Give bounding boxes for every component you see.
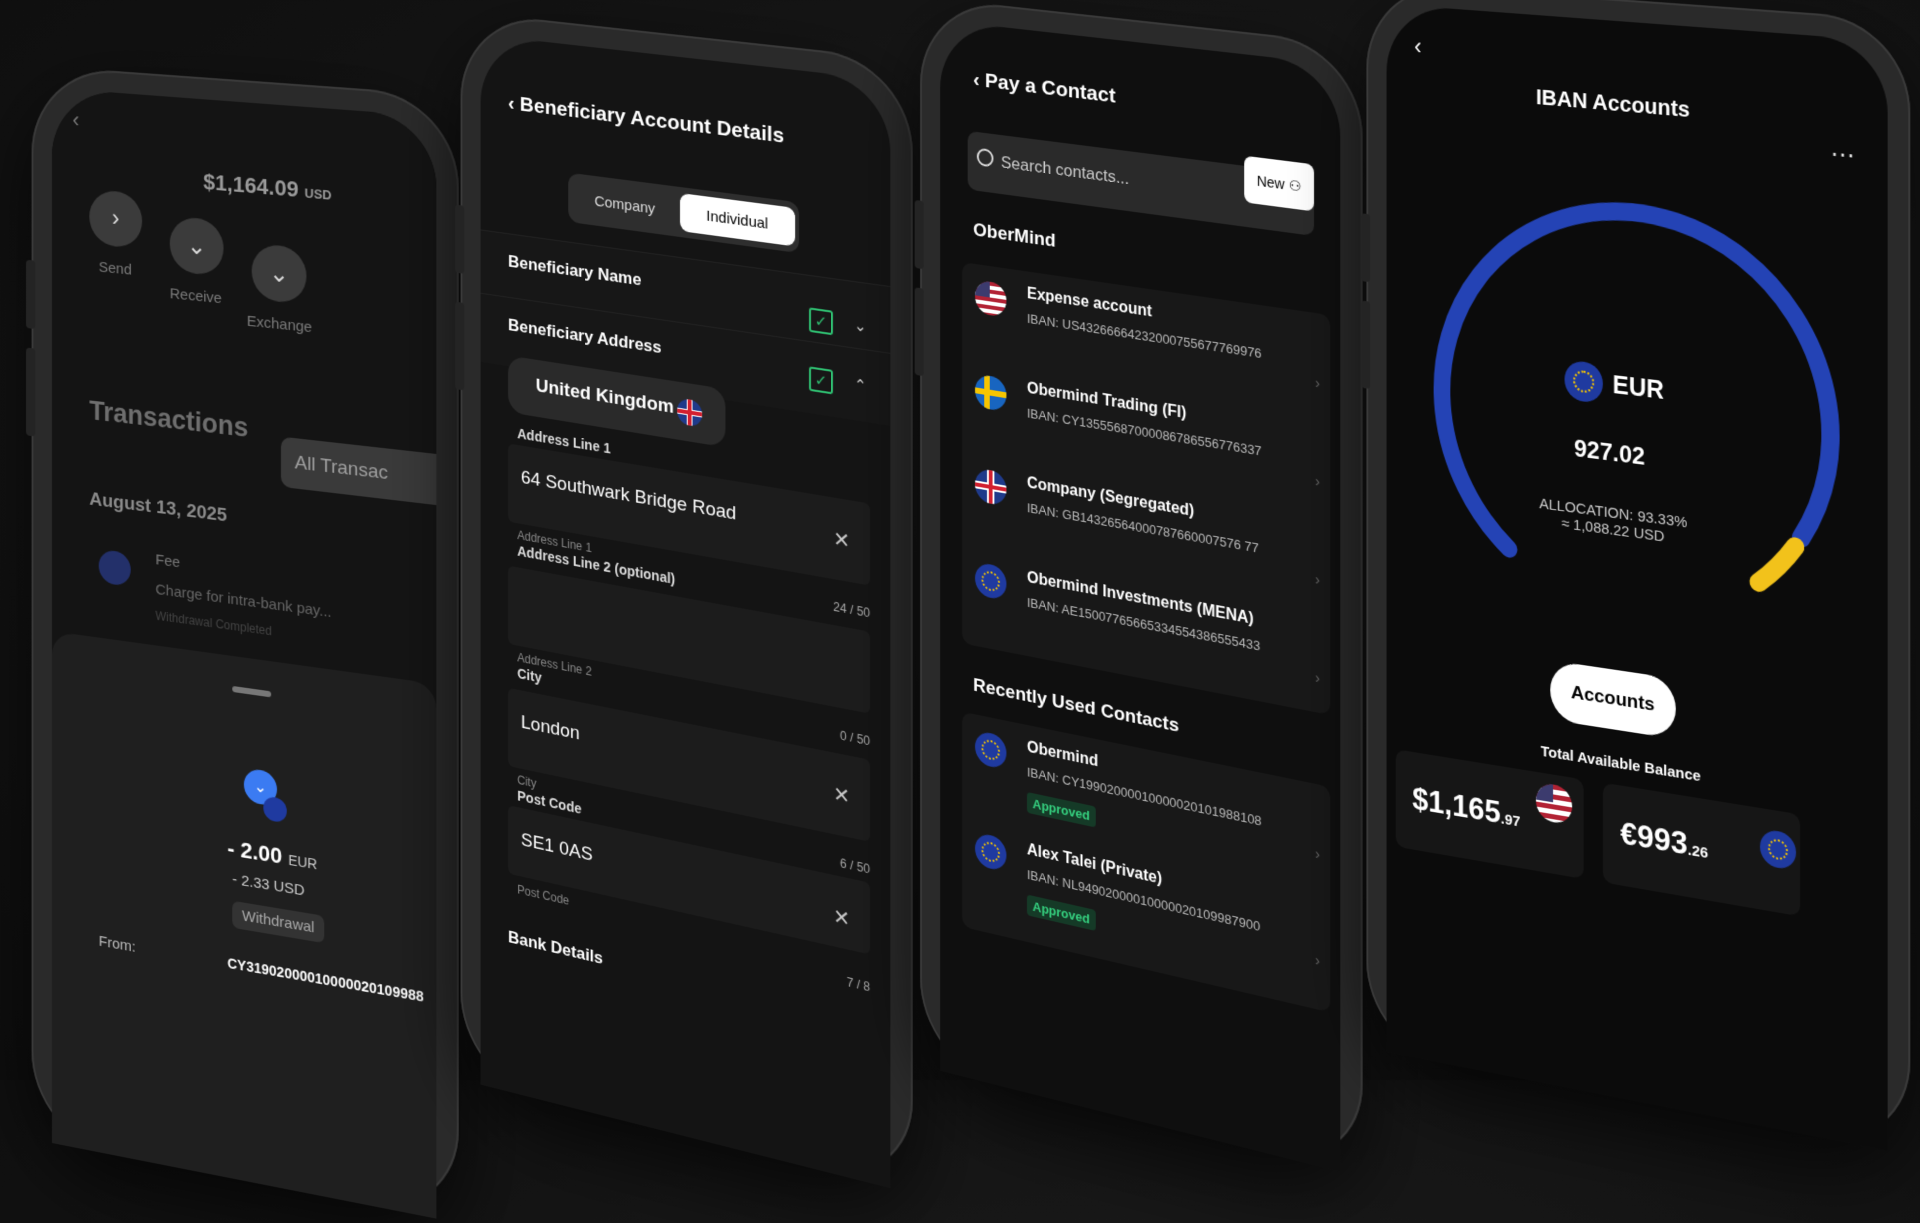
address2-count: 0 / 50	[839, 728, 871, 749]
chevron-right-icon: ›	[1315, 845, 1321, 864]
section-title-obermind: OberMind	[973, 219, 1056, 252]
eu-flag-icon	[1759, 828, 1797, 871]
phone-beneficiary: ‹ Beneficiary Account Details Company In…	[455, 11, 913, 1194]
chevron-right-icon: ›	[1315, 472, 1321, 491]
side-button	[455, 301, 465, 391]
page-title: IBAN Accounts	[1535, 84, 1690, 123]
chevron-down-icon: ⌄	[186, 231, 207, 261]
gauge-accent	[1759, 542, 1796, 588]
eu-flag-icon	[263, 795, 287, 824]
side-button	[26, 259, 36, 329]
tab-individual[interactable]: Individual	[680, 193, 796, 247]
usd-balance-card[interactable]: $1,165.97	[1395, 749, 1584, 880]
phone-pay-contact: ‹ Pay a Contact Search contacts... New ⚇ …	[914, 0, 1363, 1178]
eur-balance-card[interactable]: €993.26	[1602, 782, 1801, 917]
phone-iban-accounts: ‹ IBAN Accounts ⋯ EUR 927.02 ALLOCATION:…	[1360, 0, 1911, 1156]
amount-usd: - 2.33 USD	[232, 870, 305, 900]
address2-field[interactable]	[508, 565, 871, 714]
clear-icon[interactable]: ✕	[833, 781, 850, 810]
accounts-button[interactable]: Accounts	[1550, 660, 1676, 740]
fee-label: Fee	[155, 551, 181, 572]
side-button	[455, 204, 465, 274]
postcode-value: SE1 0AS	[520, 829, 593, 866]
side-button	[914, 287, 924, 377]
amount: - 2.00 EUR	[227, 835, 318, 873]
eur-balance: €993.26	[1620, 815, 1709, 863]
uk-flag-icon	[974, 467, 1007, 507]
from-iban: CY31902000010000020109988	[227, 954, 424, 1005]
chevron-right-icon: ›	[111, 204, 120, 233]
more-icon[interactable]: ⋯	[1830, 139, 1856, 171]
address1-value: 64 Southwark Bridge Road	[520, 467, 737, 525]
tab-company[interactable]: Company	[568, 173, 682, 238]
status-badge: Approved	[1026, 894, 1096, 931]
page-title: ‹ Beneficiary Account Details	[508, 91, 785, 148]
eu-flag-icon	[974, 831, 1007, 873]
add-user-icon: ⚇	[1288, 176, 1302, 194]
back-icon[interactable]: ‹	[1414, 33, 1421, 61]
city-value: London	[520, 711, 580, 745]
screen: ‹ Beneficiary Account Details Company In…	[480, 34, 891, 1189]
search-placeholder: Search contacts...	[1000, 152, 1130, 189]
chevron-down-icon: ⌄	[269, 259, 289, 289]
checkbox-checked-icon: ✓	[809, 307, 833, 336]
phone-transactions: ‹ $1,164.09 USD › Send ⌄ Receive ⌄ Excha…	[26, 64, 459, 1223]
screen: ‹ $1,164.09 USD › Send ⌄ Receive ⌄ Excha…	[51, 87, 437, 1219]
from-label: From:	[98, 932, 136, 956]
allocation-gauge	[1414, 162, 1861, 675]
eu-flag-icon	[974, 561, 1007, 601]
page-title: ‹ Pay a Contact	[973, 67, 1116, 108]
country-label: United Kingdom	[535, 375, 674, 419]
se-flag-icon	[974, 373, 1007, 413]
side-button	[914, 199, 924, 270]
back-icon[interactable]: ‹	[508, 91, 520, 115]
clear-icon[interactable]: ✕	[833, 526, 850, 554]
bank-details-title[interactable]: Bank Details	[508, 927, 603, 969]
usd-balance: $1,165.97	[1412, 781, 1521, 831]
currency-code: EUR	[1612, 371, 1664, 405]
back-icon[interactable]: ‹	[72, 107, 79, 133]
send-label: Send	[98, 258, 132, 279]
section-label: Beneficiary Address	[508, 315, 662, 358]
uk-flag-icon	[677, 397, 703, 428]
postcode-count: 7 / 8	[846, 974, 871, 995]
screen: ‹ Pay a Contact Search contacts... New ⚇ …	[940, 20, 1341, 1172]
screen: ‹ IBAN Accounts ⋯ EUR 927.02 ALLOCATION:…	[1386, 3, 1888, 1151]
contact-list: Expense account IBAN: US4326666423200075…	[962, 262, 1331, 716]
side-button	[1360, 213, 1371, 283]
back-icon[interactable]: ‹	[973, 68, 985, 92]
search-icon	[976, 147, 994, 168]
side-button	[26, 347, 36, 437]
type-badge: Withdrawal	[232, 900, 325, 944]
chevron-right-icon: ›	[1315, 374, 1321, 393]
transaction-detail-sheet: ⌄ - 2.00 EUR - 2.33 USD Withdrawal From:…	[51, 631, 437, 1219]
recent-contacts-list: Obermind IBAN: CY19902000010000020101988…	[962, 711, 1331, 1013]
chevron-right-icon: ›	[1315, 669, 1321, 688]
side-button	[1360, 300, 1371, 389]
chevron-down-icon[interactable]: ⌄	[854, 316, 867, 336]
city-count: 6 / 50	[839, 855, 871, 877]
entity-type-toggle[interactable]: Company Individual	[568, 172, 800, 254]
status-badge: Approved	[1026, 791, 1096, 828]
chevron-right-icon: ›	[1315, 951, 1321, 971]
sheet-handle[interactable]	[232, 685, 272, 698]
chevron-up-icon[interactable]: ⌃	[854, 375, 867, 395]
address1-count: 24 / 50	[833, 599, 871, 621]
eu-flag-icon	[974, 730, 1007, 770]
section-label: Beneficiary Name	[508, 251, 642, 290]
postcode-hint: Post Code	[517, 882, 570, 908]
clear-icon[interactable]: ✕	[833, 903, 850, 932]
us-flag-icon	[1535, 781, 1573, 826]
new-contact-button[interactable]: New ⚇	[1244, 155, 1315, 212]
checkbox-checked-icon: ✓	[809, 366, 833, 395]
us-flag-icon	[974, 279, 1007, 318]
new-contact-label: New	[1256, 172, 1285, 193]
chevron-right-icon: ›	[1315, 570, 1321, 590]
